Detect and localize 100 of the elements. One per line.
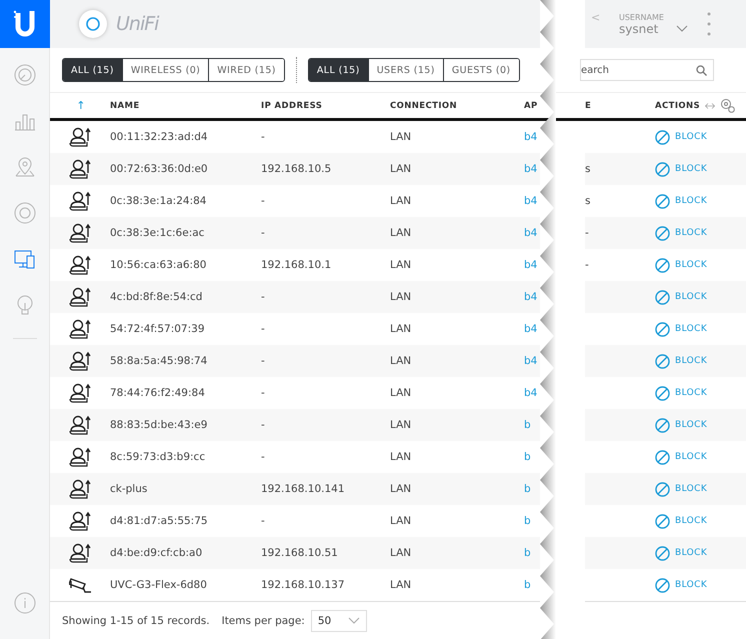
- username: sysnet: [619, 22, 660, 36]
- connection-type: LAN: [390, 450, 412, 465]
- person-arrow-icon: [69, 255, 91, 275]
- client-name: 58:8a:5a:45:98:74: [110, 354, 208, 369]
- block-button[interactable]: BLOCK: [655, 514, 708, 528]
- block-button[interactable]: BLOCK: [655, 418, 708, 432]
- block-icon: [655, 514, 670, 528]
- connection-type: LAN: [390, 162, 412, 177]
- person-arrow-icon: [69, 383, 91, 403]
- sort-arrow[interactable]: ↑: [50, 93, 110, 118]
- connection-type: LAN: [390, 226, 412, 241]
- ip-address: -: [261, 418, 266, 433]
- block-button[interactable]: BLOCK: [655, 226, 708, 240]
- block-icon: [655, 290, 670, 304]
- brand-name: UniFi: [116, 13, 158, 35]
- block-icon: [655, 386, 670, 400]
- ap-link[interactable]: b4: [524, 323, 538, 335]
- person-arrow-icon: [69, 319, 91, 339]
- person-arrow-icon: [69, 543, 91, 563]
- person-arrow-icon: [69, 479, 91, 499]
- ip-address: -: [261, 514, 266, 529]
- block-button[interactable]: BLOCK: [655, 450, 708, 464]
- filter-tab[interactable]: WIRED (15): [208, 59, 284, 81]
- ap-link[interactable]: b4: [524, 387, 538, 399]
- block-button[interactable]: BLOCK: [655, 322, 708, 336]
- connection-type: LAN: [390, 482, 412, 497]
- ip-address: 192.168.10.5: [261, 162, 332, 177]
- person-arrow-icon: [69, 287, 91, 307]
- client-name: 00:11:32:23:ad:d4: [110, 130, 209, 145]
- table-cell: -: [585, 259, 589, 271]
- chevron-down-icon: [348, 617, 360, 624]
- block-button[interactable]: BLOCK: [655, 354, 708, 368]
- ap-link[interactable]: b: [524, 515, 531, 527]
- connection-type: LAN: [390, 514, 412, 529]
- kebab-menu-icon[interactable]: [707, 12, 711, 36]
- block-button[interactable]: BLOCK: [655, 194, 708, 208]
- block-icon: [655, 546, 670, 560]
- items-per-page-label: Items per page:: [222, 614, 305, 626]
- ip-address: -: [261, 194, 266, 209]
- connection-type: LAN: [390, 322, 412, 337]
- info-icon[interactable]: [14, 592, 36, 614]
- block-icon: [655, 226, 670, 240]
- connection-type: LAN: [390, 386, 412, 401]
- logo-icon[interactable]: [0, 0, 50, 48]
- block-button[interactable]: BLOCK: [655, 578, 708, 592]
- column-header: ACTIONS: [655, 100, 700, 110]
- target-icon[interactable]: [14, 202, 36, 224]
- block-button[interactable]: BLOCK: [655, 546, 708, 560]
- ap-link[interactable]: b4: [524, 163, 538, 175]
- ip-address: 192.168.10.51: [261, 546, 339, 561]
- per-page-select[interactable]: 50: [310, 610, 367, 632]
- ap-link[interactable]: b: [524, 547, 531, 559]
- table-cell: s: [585, 195, 590, 207]
- ap-link[interactable]: b: [524, 483, 531, 495]
- connection-type: LAN: [390, 354, 412, 369]
- person-arrow-icon: [69, 511, 91, 531]
- column-header: NAME: [110, 100, 141, 112]
- connection-type: LAN: [390, 194, 412, 209]
- ap-link[interactable]: b4: [524, 131, 538, 143]
- block-button[interactable]: BLOCK: [655, 482, 708, 496]
- person-arrow-icon: [69, 191, 91, 211]
- block-button[interactable]: BLOCK: [655, 130, 708, 144]
- ip-address: -: [261, 226, 266, 241]
- client-name: 54:72:4f:57:07:39: [110, 322, 206, 337]
- ap-link[interactable]: b: [524, 579, 531, 591]
- ap-link[interactable]: b: [524, 419, 531, 431]
- person-arrow-icon: [69, 127, 91, 147]
- block-icon: [655, 162, 670, 176]
- filter-tab[interactable]: ALL (15): [63, 59, 122, 81]
- ip-address: -: [261, 322, 266, 337]
- table-cell: s: [585, 163, 590, 175]
- username-label: USERNAME: [619, 12, 665, 22]
- search-field[interactable]: earch: [580, 59, 714, 81]
- resize-arrows-icon[interactable]: [705, 102, 716, 108]
- ap-link[interactable]: b4: [524, 355, 538, 367]
- user-menu[interactable]: USERNAME sysnet: [619, 12, 699, 36]
- client-name: 8c:59:73:d3:b9:cc: [110, 450, 206, 465]
- chevron-down-icon: [676, 24, 688, 32]
- back-arrow[interactable]: <: [591, 10, 619, 24]
- block-button[interactable]: BLOCK: [655, 290, 708, 304]
- block-button[interactable]: BLOCK: [655, 162, 708, 176]
- connection-type: LAN: [390, 418, 412, 433]
- column-header: CONNECTION: [390, 100, 458, 112]
- monitor-phone-icon[interactable]: [14, 248, 36, 270]
- ap-link[interactable]: b4: [524, 259, 538, 271]
- connection-type: LAN: [390, 290, 412, 305]
- ap-link[interactable]: b: [524, 451, 531, 463]
- block-button[interactable]: BLOCK: [655, 386, 708, 400]
- records-summary: Showing 1-15 of 15 records.: [62, 614, 210, 626]
- ap-link[interactable]: b4: [524, 195, 538, 207]
- map-pin-icon[interactable]: [14, 156, 36, 178]
- client-name: 78:44:76:f2:49:84: [110, 386, 206, 401]
- client-name: 0c:38:3e:1a:24:84: [110, 194, 208, 209]
- ap-link[interactable]: b4: [524, 291, 538, 303]
- ap-link[interactable]: b4: [524, 227, 538, 239]
- settings-icon[interactable]: [720, 98, 736, 113]
- gauge-icon[interactable]: [14, 64, 36, 86]
- filter-tab[interactable]: ALL (15): [308, 59, 368, 81]
- filter-tab[interactable]: GUESTS (0): [442, 59, 519, 81]
- block-button[interactable]: BLOCK: [655, 258, 708, 272]
